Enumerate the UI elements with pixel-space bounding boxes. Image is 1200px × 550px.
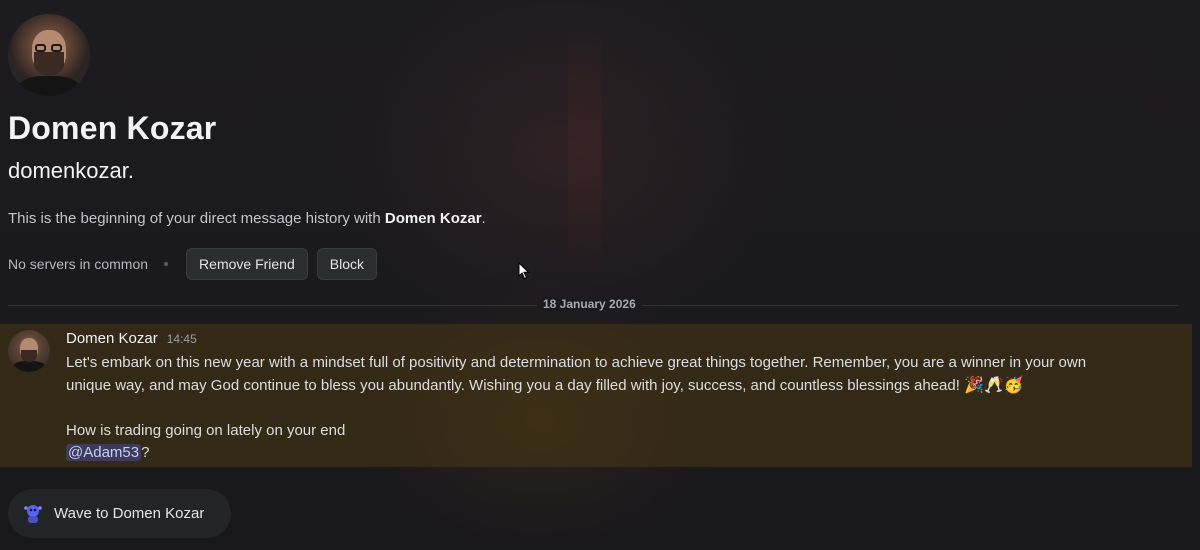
message-content: Let's embark on this new year with a min…	[66, 352, 1176, 465]
profile-username: domenkozar.	[8, 158, 134, 183]
separator-dot	[164, 262, 169, 266]
intro-user-name: Domen Kozar	[384, 210, 482, 227]
message-item[interactable]: Domen Kozar 14:45 Let's embark on this n…	[0, 324, 1192, 467]
wumpus-wave-icon	[24, 504, 42, 523]
message-line: unique way, and may God continue to bles…	[66, 376, 1024, 394]
wave-button-label: Wave to Domen Kozar	[54, 505, 205, 522]
message-timestamp[interactable]: 14:45	[167, 332, 197, 346]
message-header: Domen Kozar 14:45	[66, 330, 197, 347]
profile-avatar[interactable]	[8, 14, 90, 96]
profile-display-name: Domen Kozar	[8, 110, 217, 146]
mutual-servers-text: No servers in common	[8, 256, 149, 272]
remove-friend-button[interactable]: Remove Friend	[186, 248, 308, 280]
dm-intro-text: This is the beginning of your direct mes…	[8, 210, 486, 227]
message-line: How is trading going on lately on your e…	[66, 421, 346, 439]
profile-actions-row: No servers in common Remove Friend Block	[8, 248, 386, 280]
user-mention[interactable]: @Adam53	[66, 444, 142, 461]
wave-button[interactable]: Wave to Domen Kozar	[8, 489, 231, 538]
date-divider-label: 18 January 2026	[537, 297, 642, 311]
message-author-avatar[interactable]	[8, 330, 50, 372]
mouse-cursor-icon	[518, 262, 530, 280]
message-line: Let's embark on this new year with a min…	[66, 354, 1087, 371]
dm-channel: Domen Kozar domenkozar. This is the begi…	[0, 0, 1200, 550]
message-author-name[interactable]: Domen Kozar	[66, 330, 158, 347]
emoji-group: 🎉🥂🥳	[964, 376, 1024, 394]
block-button[interactable]: Block	[316, 248, 377, 280]
message-line: @Adam53?	[66, 444, 150, 461]
